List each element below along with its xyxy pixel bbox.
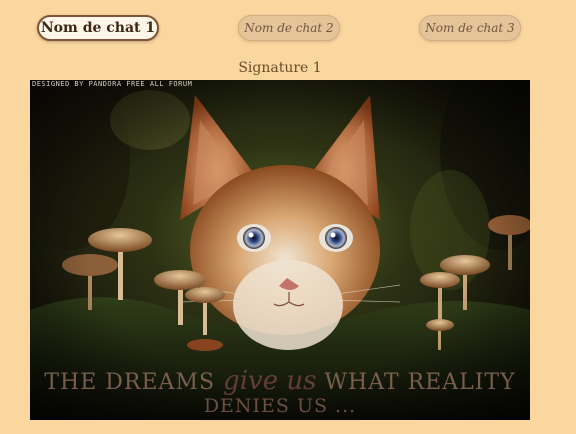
tab-chat-2[interactable]: Nom de chat 2 xyxy=(238,15,340,41)
tab-chat-3[interactable]: Nom de chat 3 xyxy=(419,15,521,41)
tab-chat-1-label: Nom de chat 1 xyxy=(40,20,156,36)
tab-chat-1[interactable]: Nom de chat 1 xyxy=(37,15,159,41)
quote-end: WHAT REALITY xyxy=(324,370,516,395)
quote-start: THE DREAMS xyxy=(44,370,216,395)
signature-quote-line2: DENIES US ... xyxy=(203,395,357,417)
tab-chat-3-label: Nom de chat 3 xyxy=(425,21,515,35)
signature-title: Signature 1 xyxy=(238,60,322,76)
tab-chat-2-label: Nom de chat 2 xyxy=(244,21,334,35)
quote-mid: give us xyxy=(223,366,317,396)
signature-image: Designed by Pandora Free All Forum THE D… xyxy=(30,80,530,420)
signature-credit: Designed by Pandora Free All Forum xyxy=(32,80,193,88)
signature-quote-line1: THE DREAMS give us WHAT REALITY xyxy=(30,366,530,396)
